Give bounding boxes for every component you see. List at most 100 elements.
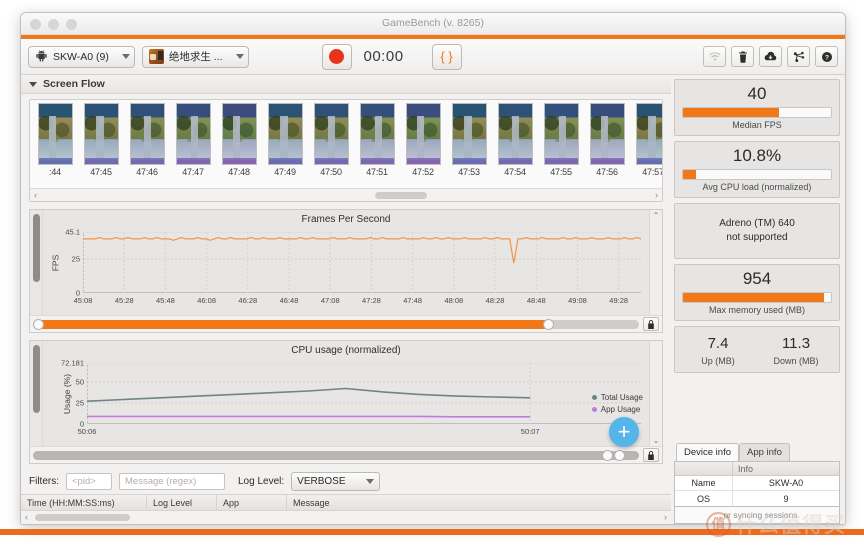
screen-flow-thumbnail[interactable]: 47:50 — [308, 103, 354, 177]
screen-flow-thumbnail[interactable]: 47:55 — [538, 103, 584, 177]
cloud-download-icon[interactable] — [759, 46, 782, 67]
fps-range-slider-row — [30, 315, 662, 332]
axis-tick-label: 50:06 — [77, 427, 97, 436]
fps-scroll-arrows[interactable]: ⌃ — [649, 210, 662, 315]
fps-range-handle-right[interactable] — [543, 318, 555, 330]
screen-flow-thumbnail[interactable]: 47:47 — [170, 103, 216, 177]
fps-plot-area: Frames Per Second FPS 45.1 25 0 45:08 45:28… — [43, 210, 649, 315]
network-up: 7.4 Up (MB) — [679, 334, 757, 366]
pid-placeholder: <pid> — [72, 475, 96, 487]
median-fps-card: 40 Median FPS — [674, 79, 840, 136]
share-nodes-icon[interactable] — [787, 46, 810, 67]
app-thumbnail-icon — [148, 49, 164, 64]
thumbnail-image — [451, 103, 487, 165]
cpu-chart-title: CPU usage (normalized) — [291, 345, 401, 356]
message-placeholder: Message (regex) — [125, 475, 197, 487]
scrollbar-thumb[interactable] — [375, 192, 427, 199]
pid-filter-input[interactable]: <pid> — [66, 472, 112, 490]
info-tabs: Device info App info — [674, 443, 840, 461]
axis-tick-label: 48:28 — [485, 296, 505, 305]
screen-flow-thumbnail[interactable]: 47:54 — [492, 103, 538, 177]
scroll-right-arrow[interactable]: › — [655, 190, 658, 200]
screen-flow-thumbnail[interactable]: 47:51 — [354, 103, 400, 177]
cpu-lock-button[interactable] — [643, 448, 659, 462]
median-fps-value: 40 — [747, 84, 767, 103]
thumbnail-timestamp: :44 — [49, 167, 61, 177]
median-fps-bar — [682, 107, 832, 118]
axis-tick-label: 72.181 — [61, 358, 84, 368]
thumbnail-timestamp: 47:54 — [504, 167, 526, 177]
cpu-range-slider[interactable] — [33, 449, 639, 461]
thumbnail-timestamp: 47:56 — [596, 167, 618, 177]
axis-tick-label: 50 — [75, 377, 84, 387]
fps-lock-button[interactable] — [643, 317, 659, 331]
log-level-select[interactable]: VERBOSE — [291, 471, 380, 491]
record-controls: 00:00 { } — [321, 43, 462, 70]
chevron-down-icon — [235, 54, 244, 59]
axis-tick-label: 25 — [71, 254, 80, 264]
cpu-line-series — [87, 363, 641, 424]
axis-tick-label: 46:08 — [197, 296, 216, 305]
thumbnail-timestamp: 47:45 — [90, 167, 112, 177]
screen-flow-header[interactable]: Screen Flow — [21, 75, 671, 94]
fps-range-handle-left[interactable] — [33, 318, 44, 330]
app-window: GameBench (v. 8265) SKW-A0 (9) 绝地求生 ... … — [20, 12, 846, 525]
avg-cpu-load-bar — [682, 169, 832, 180]
svg-text:?: ? — [825, 54, 829, 61]
thumbnail-image — [497, 103, 533, 165]
device-select[interactable]: SKW-A0 (9) — [28, 45, 135, 68]
cpu-vertical-scrollbar[interactable] — [30, 341, 43, 446]
json-export-button[interactable]: { } — [431, 43, 462, 70]
avg-cpu-load-value: 10.8% — [732, 146, 782, 165]
scroll-right-arrow[interactable]: › — [664, 512, 667, 522]
screen-flow-thumbnail[interactable]: 47:53 — [446, 103, 492, 177]
scrollbar-thumb[interactable] — [35, 514, 130, 521]
screen-flow-thumbnail[interactable]: 47:52 — [400, 103, 446, 177]
wifi-icon[interactable] — [703, 46, 726, 67]
gpu-status: not supported — [726, 232, 788, 243]
thumbnail-image — [37, 103, 73, 165]
thumbnail-timestamp: 47:48 — [228, 167, 250, 177]
cpu-x-ticks: 50:06 50:07 — [78, 427, 641, 439]
cpu-range-handle-left[interactable] — [602, 449, 613, 461]
thumbnail-timestamp: 47:52 — [412, 167, 434, 177]
screen-flow-thumbnail[interactable]: 47:46 — [124, 103, 170, 177]
thumbnail-image — [313, 103, 349, 165]
fps-range-slider[interactable] — [33, 318, 639, 330]
thumbnail-timestamp: 47:57 — [642, 167, 662, 177]
screen-flow-thumbnail[interactable]: :44 — [32, 103, 78, 177]
log-level-value: VERBOSE — [297, 475, 346, 487]
cpu-range-handle-right[interactable] — [614, 449, 625, 461]
trash-icon[interactable] — [731, 46, 754, 67]
cpu-scroll-arrows[interactable]: ⌄ — [649, 341, 662, 446]
scroll-left-arrow[interactable]: ‹ — [34, 190, 37, 200]
tab-device-info[interactable]: Device info — [676, 443, 739, 461]
axis-tick-label: 45:48 — [156, 296, 175, 305]
network-down: 11.3 Down (MB) — [757, 334, 835, 366]
add-session-button[interactable]: + — [609, 417, 639, 447]
screen-flow-thumbnail[interactable]: 47:49 — [262, 103, 308, 177]
scroll-left-arrow[interactable]: ‹ — [25, 512, 28, 522]
axis-tick-label: 45:08 — [73, 296, 93, 305]
device-info-table: Info Name SKW-A0 OS 9 — [674, 461, 840, 507]
screen-flow-panel: :44 47:45 47:46 47:47 47:48 47:49 47:50 47:51 47… — [29, 99, 663, 202]
screen-flow-thumbnail[interactable]: 47:48 — [216, 103, 262, 177]
device-select-label: SKW-A0 (9) — [53, 50, 109, 63]
screen-flow-thumbnail-strip[interactable]: :44 47:45 47:46 47:47 47:48 47:49 47:50 47:51 47… — [30, 100, 662, 188]
log-column-time: Time (HH:MM:SS:ms) — [21, 495, 147, 510]
app-select[interactable]: 绝地求生 ... — [141, 45, 249, 68]
tab-app-info[interactable]: App info — [739, 443, 790, 461]
record-button[interactable] — [321, 43, 352, 70]
screen-flow-thumbnail[interactable]: 47:45 — [78, 103, 124, 177]
screen-flow-thumbnail[interactable]: 47:57 — [630, 103, 662, 177]
avg-cpu-load-card: 10.8% Avg CPU load (normalized) — [674, 141, 840, 198]
fps-x-ticks: 45:08 45:28 45:48 46:08 46:28 46:48 47:08 47:28… — [74, 296, 641, 308]
help-icon[interactable]: ? — [815, 46, 838, 67]
message-filter-input[interactable]: Message (regex) — [119, 472, 225, 490]
screen-flow-thumbnail[interactable]: 47:56 — [584, 103, 630, 177]
axis-tick-label: 47:48 — [403, 296, 423, 305]
fps-vertical-scrollbar[interactable] — [30, 210, 43, 315]
screen-flow-scrollbar[interactable]: ‹ › — [30, 188, 662, 201]
axis-tick-label: 25 — [75, 398, 84, 408]
log-horizontal-scrollbar[interactable]: ‹ › — [21, 511, 671, 524]
